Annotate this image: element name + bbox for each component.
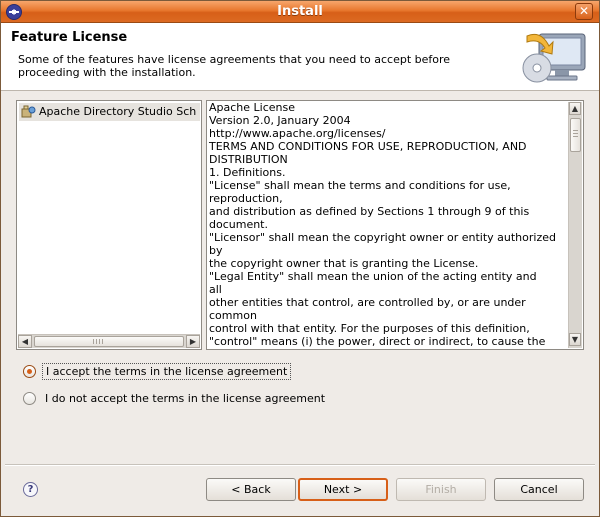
license-line: "Legal Entity" shall mean the union of t…: [209, 270, 537, 283]
scrollbar-thumb[interactable]: [570, 118, 581, 152]
vertical-scrollbar[interactable]: ▲ ▼: [568, 102, 582, 348]
finish-button[interactable]: Finish: [396, 478, 486, 501]
accept-label[interactable]: I accept the terms in the license agreem…: [42, 362, 292, 380]
page-title: Feature License: [11, 30, 128, 45]
license-line: document.: [209, 218, 268, 231]
window-title: Install: [277, 4, 323, 19]
license-line: 1. Definitions.: [209, 166, 286, 179]
license-line: by: [209, 244, 223, 257]
license-line: "License" shall mean the terms and condi…: [209, 179, 511, 192]
page-description: Some of the features have license agreem…: [18, 53, 451, 79]
title-bar[interactable]: Install ✕: [1, 1, 599, 23]
license-line: and distribution as defined by Sections …: [209, 205, 530, 218]
license-line: http://www.apache.org/licenses/: [209, 127, 386, 140]
accept-radio[interactable]: [23, 364, 36, 378]
install-dialog: Install ✕ Feature License Some of the fe…: [0, 0, 600, 517]
license-line: all: [209, 283, 222, 296]
license-line: Apache License: [209, 101, 296, 114]
list-item[interactable]: Apache Directory Studio Sch: [19, 103, 200, 121]
license-text: Apache License Version 2.0, January 2004 h…: [209, 101, 567, 348]
feature-list[interactable]: Apache Directory Studio Sch ◀ ▶: [16, 100, 202, 350]
cancel-button[interactable]: Cancel: [494, 478, 584, 501]
license-line: other entities that control, are control…: [209, 296, 526, 309]
install-wizard-icon: [522, 33, 586, 83]
close-button[interactable]: ✕: [575, 3, 593, 20]
scroll-up-icon[interactable]: ▲: [569, 102, 581, 115]
feature-name: Apache Directory Studio Sch: [39, 105, 197, 118]
license-line: TERMS AND CONDITIONS FOR USE, REPRODUCTI…: [209, 140, 527, 153]
accept-option[interactable]: I accept the terms in the license agreem…: [23, 362, 292, 380]
scroll-left-icon[interactable]: ◀: [18, 335, 32, 348]
scroll-down-icon[interactable]: ▼: [569, 333, 581, 346]
license-line: the copyright owner that is granting the…: [209, 257, 479, 270]
scrollbar-thumb[interactable]: [34, 336, 184, 347]
license-line: Version 2.0, January 2004: [209, 114, 351, 127]
header-banner: Feature License Some of the features hav…: [1, 23, 599, 91]
feature-plugin-icon: [21, 105, 36, 118]
decline-label[interactable]: I do not accept the terms in the license…: [42, 391, 328, 406]
license-line: control with that entity. For the purpos…: [209, 322, 530, 335]
license-line: DISTRIBUTION: [209, 153, 288, 166]
license-line: "control" means (i) the power, direct or…: [209, 335, 546, 348]
license-text-area[interactable]: Apache License Version 2.0, January 2004 h…: [206, 100, 584, 350]
decline-radio[interactable]: [23, 391, 36, 405]
horizontal-scrollbar[interactable]: ◀ ▶: [18, 334, 200, 348]
back-button[interactable]: < Back: [206, 478, 296, 501]
license-line: common: [209, 309, 257, 322]
scroll-right-icon[interactable]: ▶: [186, 335, 200, 348]
decline-option[interactable]: I do not accept the terms in the license…: [23, 389, 328, 407]
next-button[interactable]: Next >: [298, 478, 388, 501]
button-separator: [5, 464, 595, 466]
help-icon[interactable]: ?: [23, 482, 38, 497]
license-line: reproduction,: [209, 192, 283, 205]
license-line: "Licensor" shall mean the copyright owne…: [209, 231, 556, 244]
